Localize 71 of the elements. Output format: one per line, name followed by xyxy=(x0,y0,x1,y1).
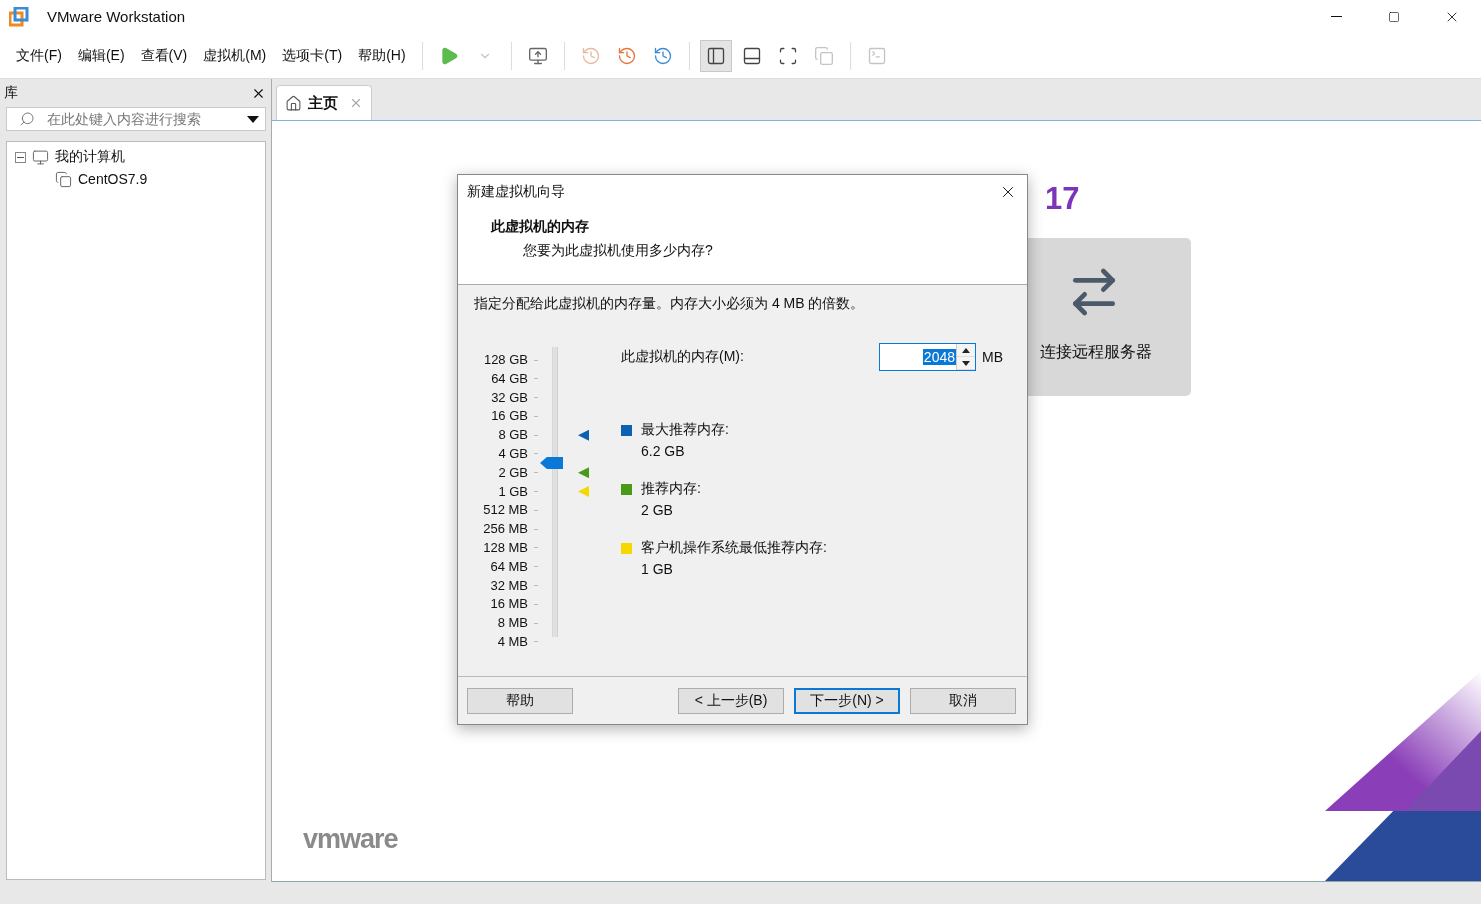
dialog-button[interactable]: < 上一步(B) xyxy=(678,687,784,714)
toolbar-button[interactable] xyxy=(699,39,732,72)
version-number: 17 xyxy=(1045,183,1081,214)
scale-label: 128 GB xyxy=(483,353,538,367)
app-logo-icon xyxy=(9,6,29,27)
scale-label: 64 GB xyxy=(491,371,538,386)
collapse-toggle[interactable] xyxy=(15,151,26,163)
panel-icon xyxy=(741,45,762,66)
terminal-icon xyxy=(866,45,887,66)
legend-value: 1 GB xyxy=(641,561,674,577)
tree-item[interactable]: CentOS7.9 xyxy=(78,171,148,187)
scale-label: 32 MB xyxy=(490,578,538,593)
clock-icon xyxy=(616,45,637,66)
memory-label: 此虚拟机的内存(M): xyxy=(621,348,745,366)
menu-item[interactable]: 帮助(H) xyxy=(350,42,414,69)
scale-label: 1 GB xyxy=(498,484,538,499)
up-arrow-icon xyxy=(962,347,970,353)
home-tab[interactable]: 主页 xyxy=(276,85,372,120)
dialog-button[interactable]: 帮助 xyxy=(467,687,573,714)
dialog-button[interactable]: 取消 xyxy=(910,687,1016,714)
vmware-logo: vmware xyxy=(303,824,398,855)
menu-item[interactable]: 查看(V) xyxy=(132,42,196,69)
vm-icon xyxy=(55,170,72,188)
scale-label: 16 MB xyxy=(490,597,538,612)
menu-item[interactable]: 虚拟机(M) xyxy=(195,42,275,69)
down-arrow-icon xyxy=(962,360,970,366)
dialog-button[interactable]: 下一步(N) > xyxy=(794,687,900,714)
menu-item[interactable]: 编辑(E) xyxy=(69,42,133,69)
windows-icon xyxy=(813,45,834,66)
sidebar-icon xyxy=(705,45,726,66)
menu-item[interactable]: 选项卡(T) xyxy=(274,42,351,69)
monitor-icon xyxy=(527,45,548,66)
unit-label: MB xyxy=(982,349,1003,365)
instruction-text: 指定分配给此虚拟机的内存量。内存大小必须为 4 MB 的倍数。 xyxy=(474,295,866,313)
legend-label: 推荐内存: xyxy=(641,480,702,498)
computer-icon xyxy=(32,148,49,166)
memory-field[interactable]: 2048 xyxy=(879,343,976,371)
minimize-icon xyxy=(1330,16,1342,17)
scale-label: 8 GB xyxy=(498,428,538,443)
spin-up-button[interactable] xyxy=(957,344,975,357)
maximize-icon xyxy=(1388,10,1400,23)
dialog-heading: 此虚拟机的内存 xyxy=(491,218,590,236)
clock-icon xyxy=(652,45,673,66)
fullscreen-icon xyxy=(777,45,798,66)
window-title: VMware Workstation xyxy=(47,8,187,25)
scale-label: 4 MB xyxy=(497,634,538,649)
spin-down-button[interactable] xyxy=(957,357,975,370)
dropdown-icon[interactable] xyxy=(247,115,259,123)
scale-label: 512 MB xyxy=(483,503,538,518)
search-field[interactable]: 在此处键入内容进行搜索 xyxy=(6,107,266,131)
library-title: 库 xyxy=(4,84,18,102)
scale-label: 128 MB xyxy=(483,540,538,555)
dialog-subheading: 您要为此虚拟机使用多少内存? xyxy=(523,242,714,260)
scale-label: 256 MB xyxy=(483,522,538,537)
home-icon xyxy=(285,94,302,112)
scale-label: 2 GB xyxy=(498,465,538,480)
scale-label: 64 MB xyxy=(490,559,538,574)
legend-label: 客户机操作系统最低推荐内存: xyxy=(641,539,828,557)
scale-label: 8 MB xyxy=(497,616,538,631)
menu-item[interactable]: 文件(F) xyxy=(8,42,70,69)
tree-item[interactable]: 我的计算机 xyxy=(55,148,125,166)
dialog-title: 新建虚拟机向导 xyxy=(467,183,565,201)
legend-value: 6.2 GB xyxy=(641,443,686,459)
legend-label: 最大推荐内存: xyxy=(641,421,730,439)
slider-thumb[interactable] xyxy=(540,457,563,469)
scale-label: 4 GB xyxy=(498,447,538,461)
scale-label: 32 GB xyxy=(491,390,538,405)
scale-label: 16 GB xyxy=(491,409,538,424)
search-icon xyxy=(19,111,35,127)
legend-value: 2 GB xyxy=(641,502,674,518)
clock-icon xyxy=(580,45,601,66)
